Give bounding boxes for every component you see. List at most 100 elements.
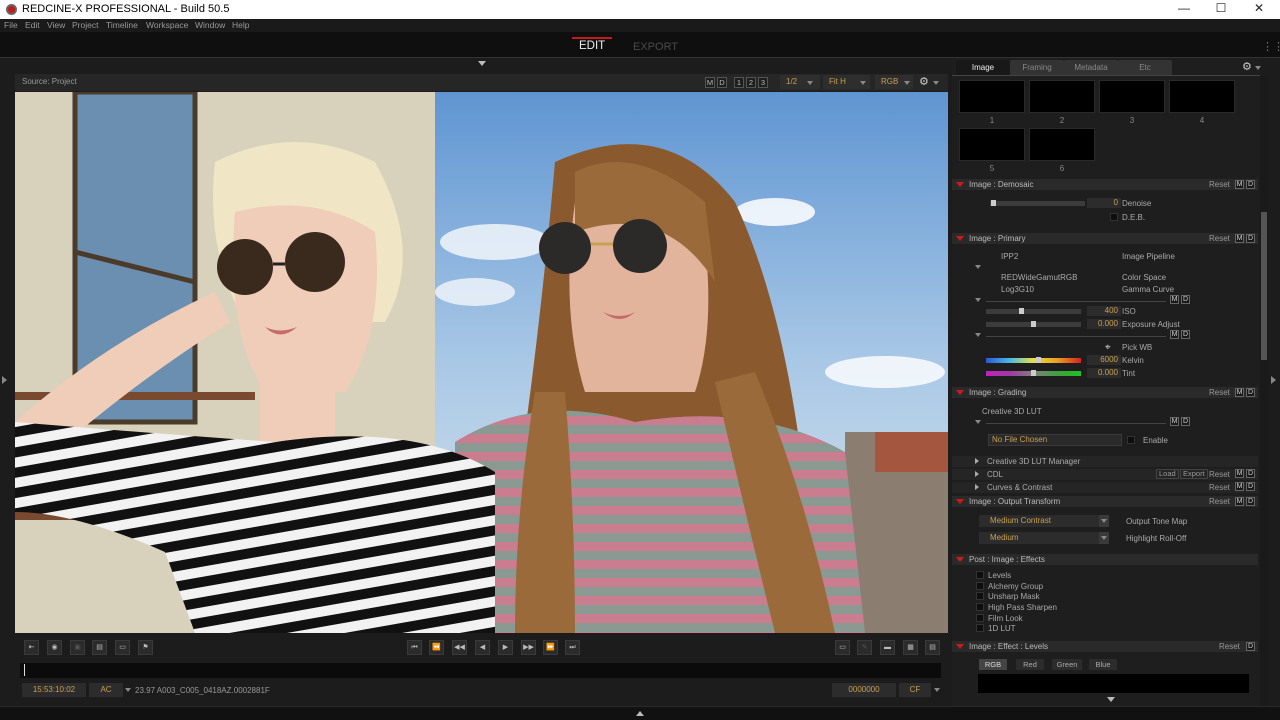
collapse-red-icon[interactable] xyxy=(956,499,964,504)
grade-thumb-2[interactable] xyxy=(1029,80,1095,113)
effect-1d-lut[interactable]: 1D LUT xyxy=(988,624,1016,633)
d-button[interactable]: D xyxy=(1181,417,1190,426)
left-panel-toggle-icon[interactable] xyxy=(2,376,7,384)
collapse-top-arrow-icon[interactable] xyxy=(478,61,486,66)
mark-in-icon[interactable]: ⇤ xyxy=(24,640,39,655)
viewer-layout-3[interactable]: 3 xyxy=(758,77,768,88)
flag-icon[interactable]: ⚑ xyxy=(138,640,153,655)
menu-project[interactable]: Project xyxy=(72,20,98,30)
denoise-slider[interactable] xyxy=(990,200,1085,206)
step-back-icon[interactable]: ◀ xyxy=(475,640,490,655)
collapse-red-icon[interactable] xyxy=(956,182,964,187)
d-button[interactable]: D xyxy=(1246,469,1255,478)
m-button[interactable]: M xyxy=(1235,234,1244,243)
tone-map-dropdown[interactable] xyxy=(1099,515,1109,527)
tab-framing[interactable]: Framing xyxy=(1010,60,1064,75)
viewer-image[interactable] xyxy=(15,92,948,633)
reset-button[interactable]: Reset xyxy=(1209,388,1230,397)
previous-clip-icon[interactable]: ⏪ xyxy=(429,640,444,655)
grade-thumb-1[interactable] xyxy=(959,80,1025,113)
section-primary[interactable]: Image : Primary Reset M D xyxy=(952,233,1258,244)
snapshot-camera-icon[interactable]: ◉ xyxy=(47,640,62,655)
play-icon[interactable]: ▶ xyxy=(498,640,513,655)
effect-alchemy-group[interactable]: Alchemy Group xyxy=(988,582,1043,591)
cdl-export-button[interactable]: Export xyxy=(1180,469,1208,479)
panel-settings-gear-icon[interactable]: ⚙ xyxy=(1242,60,1252,73)
iso-slider[interactable] xyxy=(986,308,1081,314)
section-effects[interactable]: Post : Image : Effects xyxy=(952,554,1258,565)
collapse-red-icon[interactable] xyxy=(956,236,964,241)
save-rsd-icon[interactable]: ▤ xyxy=(92,640,107,655)
m-button[interactable]: M xyxy=(1170,417,1179,426)
resolution-select[interactable]: 1/2 xyxy=(780,75,820,89)
chevron-down-icon[interactable] xyxy=(125,688,131,692)
effect-checkbox[interactable] xyxy=(976,614,984,622)
minimize-button[interactable]: — xyxy=(1165,0,1203,19)
exposure-slider[interactable] xyxy=(986,321,1081,327)
overlay-icon[interactable]: ▭ xyxy=(115,640,130,655)
tab-image[interactable]: Image xyxy=(956,60,1010,75)
collapse-red-icon[interactable] xyxy=(956,644,964,649)
viewer-layout-1[interactable]: 1 xyxy=(734,77,744,88)
grade-thumb-5[interactable] xyxy=(959,128,1025,161)
chevron-down-icon[interactable] xyxy=(975,420,981,424)
effect-checkbox[interactable] xyxy=(976,624,984,632)
slider-knob[interactable] xyxy=(1035,357,1041,363)
expand-icon[interactable] xyxy=(975,471,979,477)
d-button[interactable]: D xyxy=(1246,234,1255,243)
grade-thumb-4[interactable] xyxy=(1169,80,1235,113)
collapse-red-icon[interactable] xyxy=(956,557,964,562)
slider-knob[interactable] xyxy=(1031,370,1036,376)
levels-tab-red[interactable]: Red xyxy=(1016,659,1044,670)
reset-button[interactable]: Reset xyxy=(1209,483,1230,492)
frame-field[interactable]: 0000000 xyxy=(832,683,896,697)
chevron-down-icon[interactable] xyxy=(1255,66,1261,70)
monitor-icon[interactable]: ▭ xyxy=(835,640,850,655)
levels-histogram[interactable] xyxy=(978,674,1249,693)
chevron-down-icon[interactable] xyxy=(975,333,981,337)
kelvin-value[interactable]: 6000 xyxy=(1087,355,1121,365)
reset-button[interactable]: Reset xyxy=(1219,642,1240,651)
m-button[interactable]: M xyxy=(1170,295,1179,304)
levels-tab-green[interactable]: Green xyxy=(1052,659,1082,670)
viewer-settings-gear-icon[interactable]: ⚙ xyxy=(919,75,929,88)
expand-icon[interactable] xyxy=(975,458,979,464)
right-panel-toggle-icon[interactable] xyxy=(1271,376,1276,384)
effect-film-look[interactable]: Film Look xyxy=(988,614,1023,623)
rewind-icon[interactable]: ◀◀ xyxy=(452,640,467,655)
d-button[interactable]: D xyxy=(1246,180,1255,189)
effect-checkbox[interactable] xyxy=(976,571,984,579)
menu-help[interactable]: Help xyxy=(232,20,249,30)
cdl-row[interactable]: CDL Load Export Reset M D xyxy=(952,469,1258,480)
cdl-load-button[interactable]: Load xyxy=(1156,469,1179,479)
reset-button[interactable]: Reset xyxy=(1209,497,1230,506)
chevron-down-icon[interactable] xyxy=(975,298,981,302)
m-button[interactable]: M xyxy=(1235,388,1244,397)
timeline-scrubber[interactable] xyxy=(20,663,941,678)
lut-manager-row[interactable]: Creative 3D LUT Manager xyxy=(952,456,1258,467)
section-levels[interactable]: Image : Effect : Levels Reset D xyxy=(952,641,1258,652)
panel-scrollbar[interactable] xyxy=(1260,76,1268,706)
viewer-layout-2[interactable]: 2 xyxy=(746,77,756,88)
section-demosaic[interactable]: Image : Demosaic Reset M D xyxy=(952,179,1258,190)
tab-edit[interactable]: EDIT xyxy=(579,40,605,52)
effect-checkbox[interactable] xyxy=(976,592,984,600)
d-button[interactable]: D xyxy=(1246,388,1255,397)
collapse-red-icon[interactable] xyxy=(956,390,964,395)
chevron-down-icon[interactable] xyxy=(975,265,981,269)
fast-forward-icon[interactable]: ▶▶ xyxy=(521,640,536,655)
tab-etc[interactable]: Etc xyxy=(1118,60,1172,75)
viewer-d-button[interactable]: D xyxy=(717,77,727,88)
aspect-icon[interactable]: ▬ xyxy=(880,640,895,655)
go-to-end-icon[interactable]: ⏭ xyxy=(565,640,580,655)
slider-knob[interactable] xyxy=(1019,308,1025,314)
effect-checkbox[interactable] xyxy=(976,582,984,590)
pick-wb-crosshair-icon[interactable]: ⌖ xyxy=(1105,342,1111,353)
levels-tab-blue[interactable]: Blue xyxy=(1089,659,1117,670)
grade-thumb-6[interactable] xyxy=(1029,128,1095,161)
iso-value[interactable]: 400 xyxy=(1087,306,1121,316)
menu-workspace[interactable]: Workspace xyxy=(146,20,188,30)
tint-slider[interactable] xyxy=(986,370,1081,376)
m-button[interactable]: M xyxy=(1170,330,1179,339)
timecode-field[interactable]: 15:53:10:02 xyxy=(22,683,86,697)
